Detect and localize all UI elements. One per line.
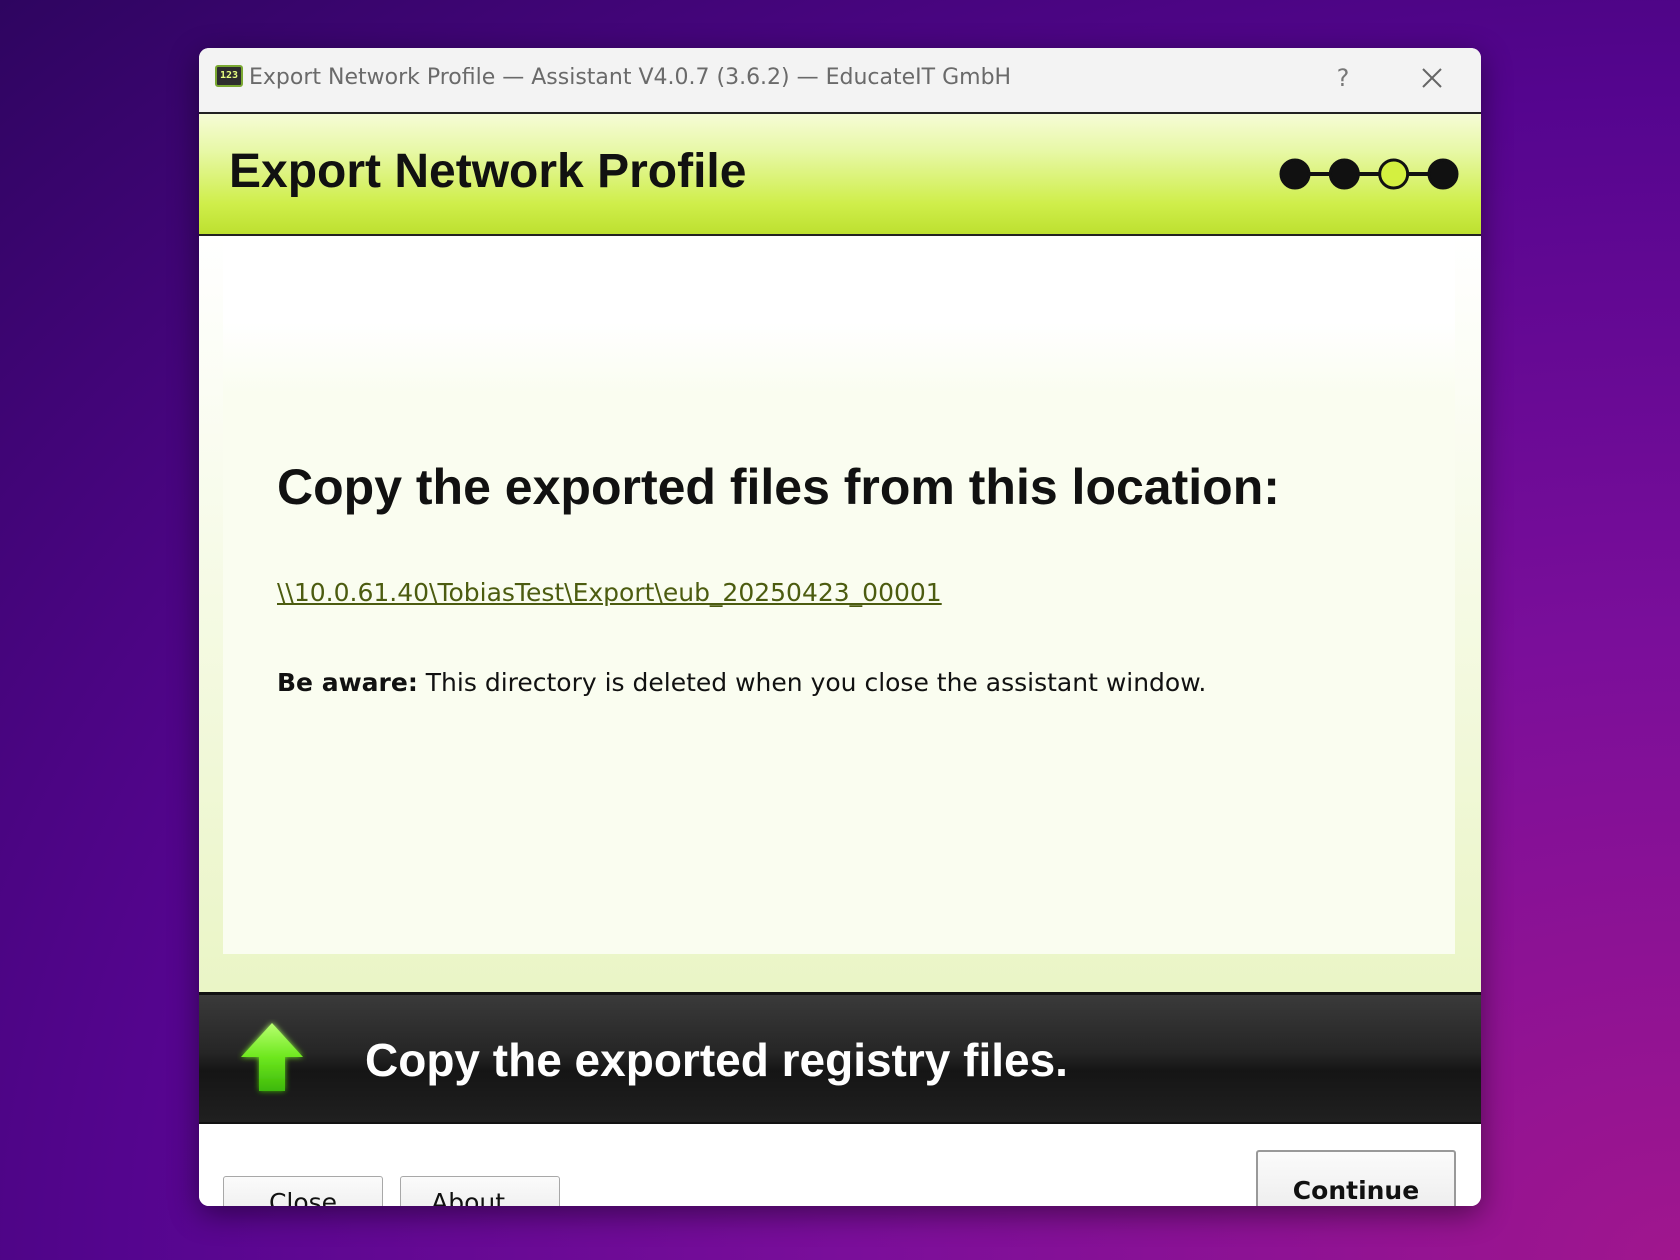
about-button[interactable]: About... (400, 1176, 560, 1206)
step-dot (1427, 158, 1459, 190)
step-indicator (1279, 158, 1459, 190)
step-dot-current (1378, 158, 1410, 190)
step-dot (1328, 158, 1360, 190)
title-bar: 123 Export Network Profile — Assistant V… (199, 48, 1481, 114)
close-icon (1422, 68, 1442, 88)
window-title: Export Network Profile — Assistant V4.0.… (249, 65, 1012, 90)
continue-button[interactable]: Continue (1256, 1150, 1456, 1206)
warning-text: This directory is deleted when you close… (417, 668, 1207, 697)
content-panel: Copy the exported files from this locati… (223, 236, 1455, 954)
step-dot (1279, 158, 1311, 190)
button-bar: Close About... Continue (199, 1124, 1481, 1206)
status-banner: Copy the exported registry files. (199, 992, 1481, 1124)
instruction-heading: Copy the exported files from this locati… (277, 459, 1280, 515)
banner-message: Copy the exported registry files. (365, 1034, 1068, 1086)
assistant-window: 123 Export Network Profile — Assistant V… (199, 48, 1481, 1206)
warning-label: Be aware: (277, 668, 418, 697)
close-button[interactable]: Close (223, 1176, 383, 1206)
app-icon: 123 (215, 65, 243, 87)
window-close-button[interactable] (1412, 58, 1452, 98)
warning-message: Be aware: This directory is deleted when… (277, 668, 1206, 697)
page-title: Export Network Profile (229, 145, 747, 198)
up-arrow-icon (241, 1023, 303, 1091)
export-path-link[interactable]: \\10.0.61.40\TobiasTest\Export\eub_20250… (277, 578, 942, 607)
content-area: Copy the exported files from this locati… (199, 236, 1481, 992)
wizard-header: Export Network Profile (199, 114, 1481, 236)
help-button[interactable]: ? (1323, 58, 1363, 98)
